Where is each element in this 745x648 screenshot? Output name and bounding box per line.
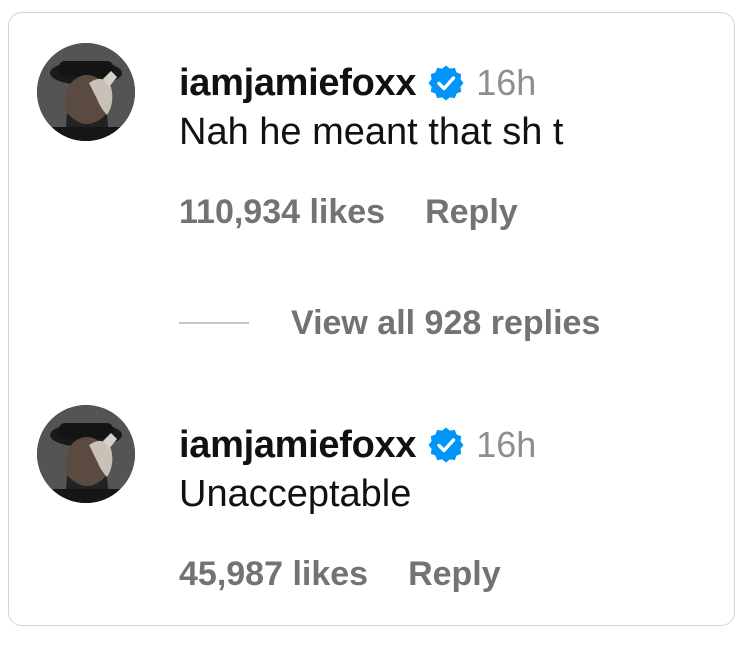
reply-button[interactable]: Reply [408, 555, 501, 594]
comment-time: 16h [476, 424, 537, 465]
divider-line [179, 322, 249, 324]
verified-badge-icon [428, 427, 464, 463]
comment-time: 16h [476, 62, 537, 103]
comment-text: Unacceptable [179, 473, 412, 515]
username[interactable]: iamjamiefoxx [179, 62, 416, 105]
likes-count[interactable]: 110,934 likes [179, 193, 385, 232]
comment-actions: 110,934 likes Reply [179, 193, 518, 232]
view-replies-button[interactable]: View all 928 replies [179, 301, 600, 345]
likes-count[interactable]: 45,987 likes [179, 555, 368, 594]
avatar[interactable] [37, 405, 135, 503]
comment-actions: 45,987 likes Reply [179, 555, 501, 594]
comment-text: Nah he meant that sh t [179, 111, 564, 153]
comment-header: iamjamiefoxx 16h [179, 61, 536, 105]
comments-card: iamjamiefoxx 16h Nah he meant that sh t … [8, 12, 735, 626]
username[interactable]: iamjamiefoxx [179, 424, 416, 467]
comment-header: iamjamiefoxx 16h [179, 423, 536, 467]
avatar[interactable] [37, 43, 135, 141]
reply-button[interactable]: Reply [425, 193, 518, 232]
view-replies-label: View all 928 replies [291, 303, 601, 342]
verified-badge-icon [428, 65, 464, 101]
